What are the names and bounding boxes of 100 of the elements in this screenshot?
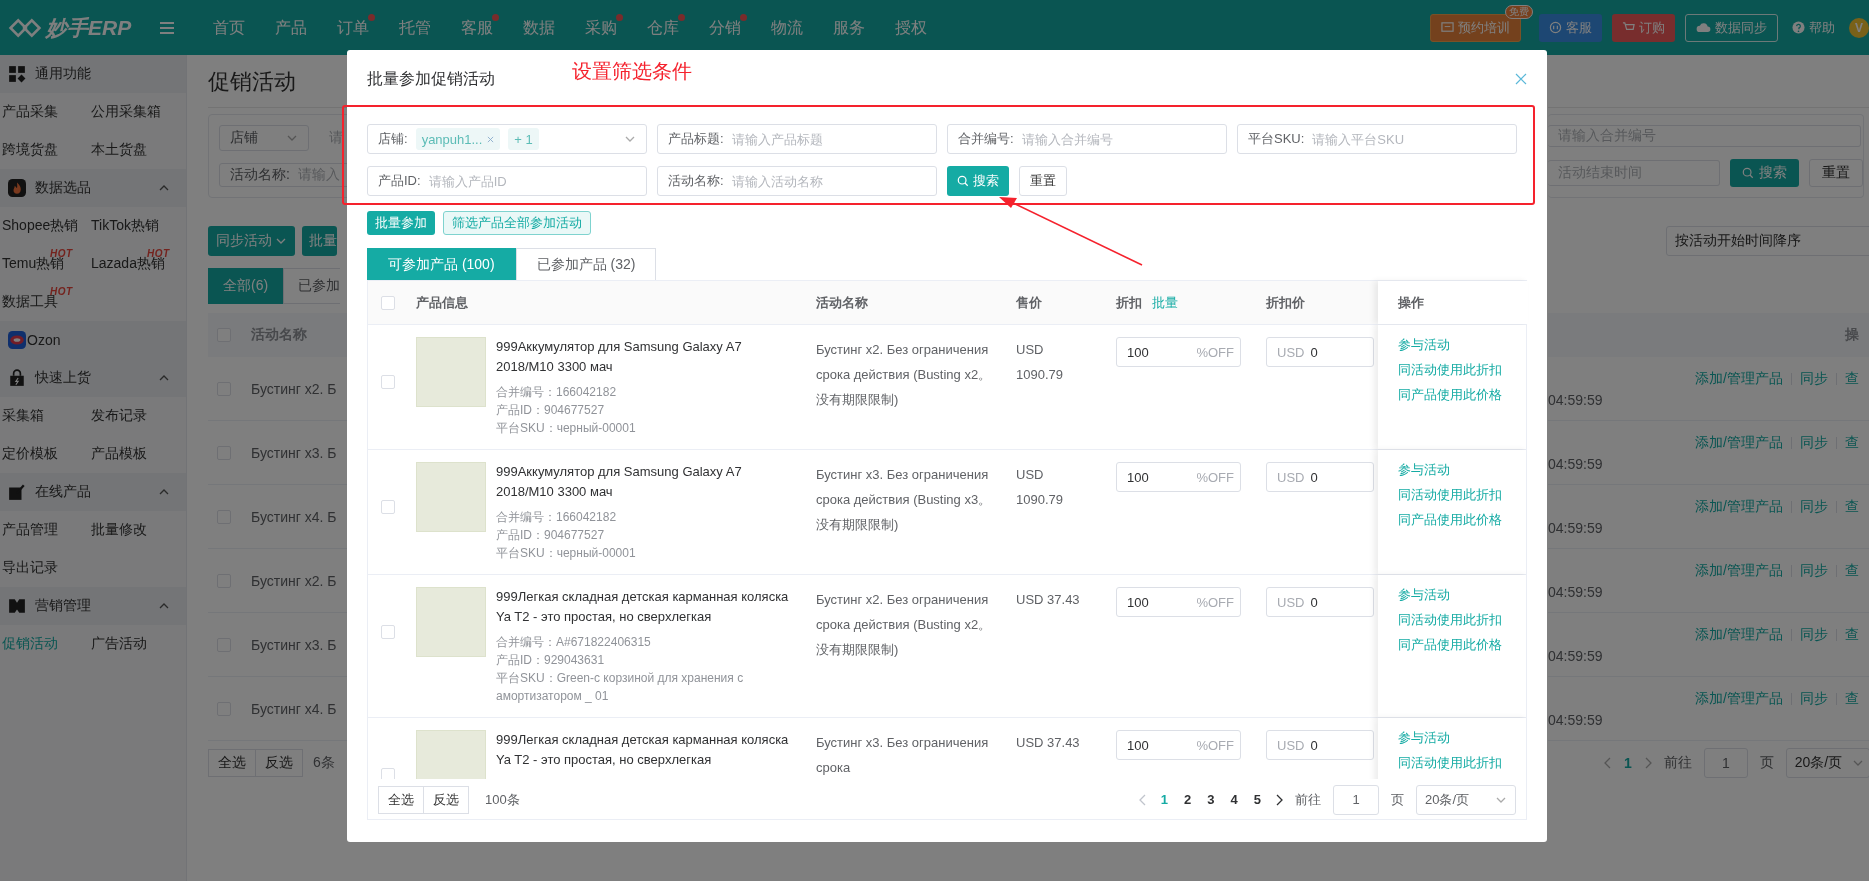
prev-page-icon[interactable] [1604,757,1612,769]
action-link[interactable]: 查 [1845,497,1859,516]
action-link[interactable]: 同步 [1800,369,1828,388]
sync-activity-button[interactable]: 同步活动 [208,226,295,256]
search-button[interactable]: 搜索 [947,166,1009,196]
action-link[interactable]: 查 [1845,689,1859,708]
menu-icon[interactable] [160,21,174,34]
batch-join-button[interactable]: 批量 [302,226,337,256]
sidebar-item[interactable]: 产品采集 [2,103,58,121]
section-header[interactable]: Ozon [0,321,186,359]
close-icon[interactable] [1515,73,1527,85]
filter-field[interactable]: 合并编号: 请输入合并编号 [947,124,1227,154]
checkbox[interactable] [381,375,395,389]
action-link[interactable]: 参与活动 [1398,730,1508,745]
sidebar-item[interactable]: 批量修改 [91,521,147,539]
action-link[interactable]: 添加/管理产品 [1695,689,1783,708]
action-link[interactable]: 添加/管理产品 [1695,433,1783,452]
page-number[interactable]: 1 [1624,755,1632,771]
action-link[interactable]: 同产品使用此价格 [1398,637,1508,652]
filter-field[interactable]: 平台SKU: 请输入平台SKU [1237,124,1517,154]
sidebar-item[interactable]: 产品模板 [91,445,147,463]
sidebar-item[interactable]: 导出记录 [2,559,58,577]
filter-tab[interactable]: 全部(6) [208,268,284,304]
close-icon[interactable] [487,135,495,143]
sidebar-item[interactable]: TikTok热销 [91,217,159,235]
discount-price-input[interactable]: USD 0 [1266,730,1374,760]
action-link[interactable]: 同产品使用此价格 [1398,387,1508,402]
tag-chip[interactable]: yanpuh1... [415,128,501,150]
page-input[interactable]: 1 [1333,784,1379,815]
action-link[interactable]: 参与活动 [1398,462,1508,477]
sidebar-item[interactable]: Shopee热销 [2,217,79,235]
footer-button[interactable]: 反选 [424,785,469,814]
discount-input[interactable]: 100 %OFF [1116,337,1241,367]
sidebar-item[interactable]: 跨境货盘 [2,141,58,159]
page-input[interactable]: 1 [1703,748,1748,778]
batch-join-button[interactable]: 批量参加 [367,211,435,235]
help-link[interactable]: 帮助 [1788,13,1839,42]
action-link[interactable]: 同活动使用此折扣 [1398,487,1508,502]
checkbox[interactable] [381,625,395,639]
action-link[interactable]: 添加/管理产品 [1695,625,1783,644]
action-link[interactable]: 同活动使用此折扣 [1398,612,1508,627]
filter-field[interactable]: 产品ID: 请输入产品ID [367,166,647,196]
page-number[interactable]: 1 [1158,792,1171,807]
action-link[interactable]: 参与活动 [1398,337,1508,352]
section-header[interactable]: 数据选品 [0,169,186,207]
action-link[interactable]: 同活动使用此折扣 [1398,755,1508,770]
footer-button[interactable]: 反选 [256,749,303,777]
sidebar-item[interactable]: 广告活动 [91,635,147,653]
checkbox[interactable] [381,295,395,310]
sidebar-item[interactable]: 发布记录 [91,407,147,425]
section-header[interactable]: 快速上货 [0,359,186,397]
prev-page-icon[interactable] [1138,793,1147,806]
batch-link[interactable]: 批量 [1152,295,1178,310]
join-all-button[interactable]: 筛选产品全部参加活动 [443,211,591,235]
discount-price-input[interactable]: USD 0 [1266,337,1374,367]
page-number[interactable]: 3 [1205,792,1217,807]
order-button[interactable]: 订购 [1612,13,1675,42]
reset-button[interactable]: 重置 [1809,159,1863,187]
section-header[interactable]: 在线产品 [0,473,186,511]
page-number[interactable]: 4 [1228,792,1240,807]
service-button[interactable]: 客服 [1539,13,1602,42]
discount-price-input[interactable]: USD 0 [1266,462,1374,492]
sidebar-item[interactable]: 采集箱 [2,407,44,425]
nav-item[interactable]: 首页 [198,0,260,55]
filter-field[interactable]: 产品标题: 请输入产品标题 [657,124,937,154]
action-link[interactable]: 同步 [1800,561,1828,580]
action-link[interactable]: 查 [1845,625,1859,644]
discount-input[interactable]: 100 %OFF [1116,730,1241,760]
next-page-icon[interactable] [1275,793,1283,806]
shop-select[interactable]: 店铺: yanpuh1... + 1 [367,124,647,154]
action-link[interactable]: 查 [1845,433,1859,452]
text-input[interactable]: 请输入合并编号 [1021,131,1216,147]
text-input[interactable]: 请输入活动名称 [731,173,926,189]
section-header[interactable]: 营销管理 [0,587,186,625]
discount-price-input[interactable]: USD 0 [1266,587,1374,617]
page-number[interactable]: 2 [1182,792,1194,807]
text-input[interactable]: 请输入产品标题 [731,131,926,147]
discount-input[interactable]: 100 %OFF [1116,462,1241,492]
filter-field[interactable]: 活动名称: 请输入活动名称 [657,166,937,196]
action-link[interactable]: 同步 [1800,625,1828,644]
action-link[interactable]: 添加/管理产品 [1695,497,1783,516]
sidebar-item[interactable]: 公用采集箱 [91,103,161,121]
checkbox[interactable] [381,768,395,779]
sidebar-item[interactable]: 促销活动 [2,635,58,653]
sort-select[interactable]: 按活动开始时间降序 [1666,226,1869,256]
action-link[interactable]: 查 [1845,561,1859,580]
sidebar-item[interactable]: 定价模板 [2,445,58,463]
checkbox[interactable] [381,500,395,514]
sync-button[interactable]: 数据同步 [1685,13,1778,42]
text-input[interactable]: 请输入产品ID [428,173,636,189]
nav-item[interactable]: 产品 [260,0,322,55]
action-link[interactable]: 查 [1845,369,1859,388]
action-link[interactable]: 同产品使用此价格 [1398,512,1508,527]
action-link[interactable]: 参与活动 [1398,587,1508,602]
search-button[interactable]: 搜索 [1730,159,1799,187]
action-link[interactable]: 同步 [1800,497,1828,516]
page-size-select[interactable]: 20条/页 [1416,784,1516,815]
sidebar-item[interactable]: 产品管理 [2,521,58,539]
footer-button[interactable]: 全选 [378,785,424,814]
page-number[interactable]: 5 [1251,792,1263,807]
